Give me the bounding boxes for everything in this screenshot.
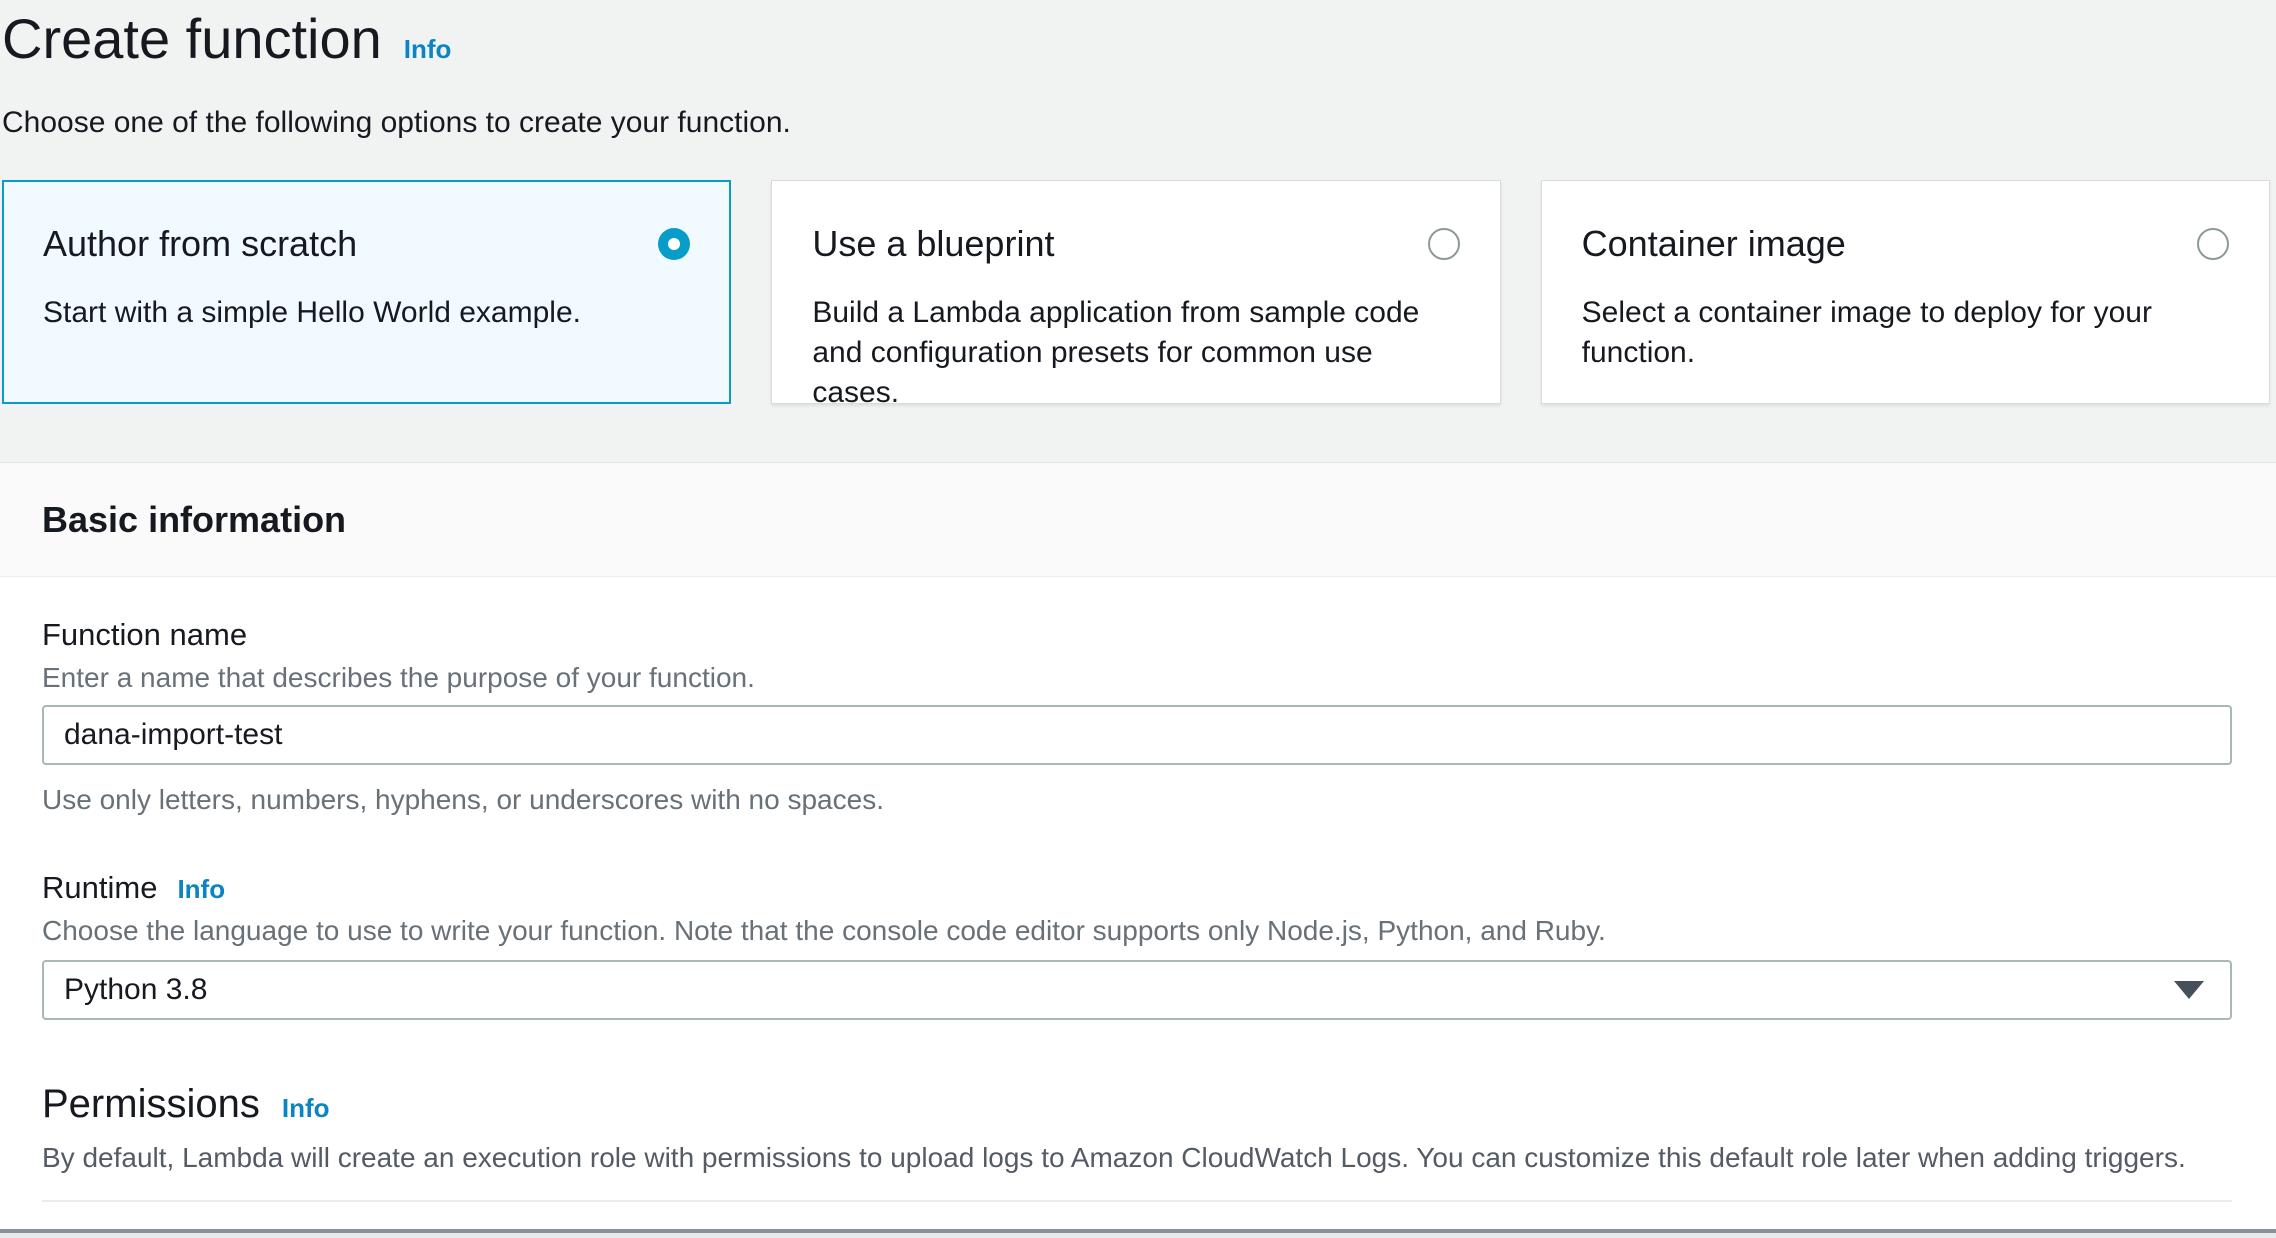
basic-information-heading: Basic information [42, 499, 346, 541]
runtime-info-link[interactable]: Info [177, 874, 225, 905]
chevron-down-icon [2174, 981, 2204, 999]
permissions-section: Permissions Info By default, Lambda will… [42, 1082, 2232, 1174]
card-title: Container image [1582, 223, 1846, 265]
permissions-heading-row: Permissions Info [42, 1082, 2232, 1127]
basic-information-body: Function name Enter a name that describe… [0, 577, 2276, 1238]
page-title-info-link[interactable]: Info [404, 34, 452, 65]
page-header-section: Create function Info Choose one of the f… [0, 0, 2276, 404]
creation-option-cards: Author from scratch Start with a simple … [2, 180, 2270, 404]
card-description: Start with a simple Hello World example. [43, 293, 690, 333]
card-head: Container image [1582, 223, 2229, 265]
card-head: Use a blueprint [812, 223, 1459, 265]
runtime-selected-value: Python 3.8 [64, 973, 207, 1007]
function-name-description: Enter a name that describes the purpose … [42, 662, 2232, 694]
runtime-select[interactable]: Python 3.8 [42, 960, 2232, 1020]
function-name-constraint: Use only letters, numbers, hyphens, or u… [42, 784, 2232, 816]
runtime-field-group: Runtime Info Choose the language to use … [42, 870, 2232, 1020]
card-description: Select a container image to deploy for y… [1582, 293, 2229, 373]
card-title: Use a blueprint [812, 223, 1054, 265]
page-subtitle: Choose one of the following options to c… [2, 104, 2270, 142]
card-description: Build a Lambda application from sample c… [812, 293, 1459, 413]
runtime-label: Runtime [42, 870, 157, 906]
create-function-page: Create function Info Choose one of the f… [0, 0, 2276, 1238]
radio-unchecked-icon[interactable] [1428, 228, 1460, 260]
radio-unchecked-icon[interactable] [2197, 228, 2229, 260]
function-name-field-group: Function name Enter a name that describe… [42, 617, 2232, 816]
option-card-container-image[interactable]: Container image Select a container image… [1541, 180, 2270, 404]
permissions-description: By default, Lambda will create an execut… [42, 1142, 2232, 1174]
permissions-info-link[interactable]: Info [282, 1093, 330, 1124]
option-card-use-a-blueprint[interactable]: Use a blueprint Build a Lambda applicati… [771, 180, 1500, 404]
card-head: Author from scratch [43, 223, 690, 265]
permissions-heading: Permissions [42, 1082, 260, 1127]
page-title-row: Create function Info [2, 6, 2270, 72]
function-name-input[interactable] [42, 705, 2232, 765]
basic-information-panel: Basic information Function name Enter a … [0, 462, 2276, 1238]
bottom-gap [0, 1233, 2276, 1238]
page-title: Create function [2, 6, 382, 72]
option-card-author-from-scratch[interactable]: Author from scratch Start with a simple … [2, 180, 731, 404]
radio-checked-icon[interactable] [658, 228, 690, 260]
function-name-label-row: Function name [42, 617, 2232, 653]
runtime-description: Choose the language to use to write your… [42, 915, 2232, 947]
card-title: Author from scratch [43, 223, 357, 265]
function-name-label: Function name [42, 617, 247, 653]
basic-information-header: Basic information [0, 462, 2276, 577]
runtime-label-row: Runtime Info [42, 870, 2232, 906]
